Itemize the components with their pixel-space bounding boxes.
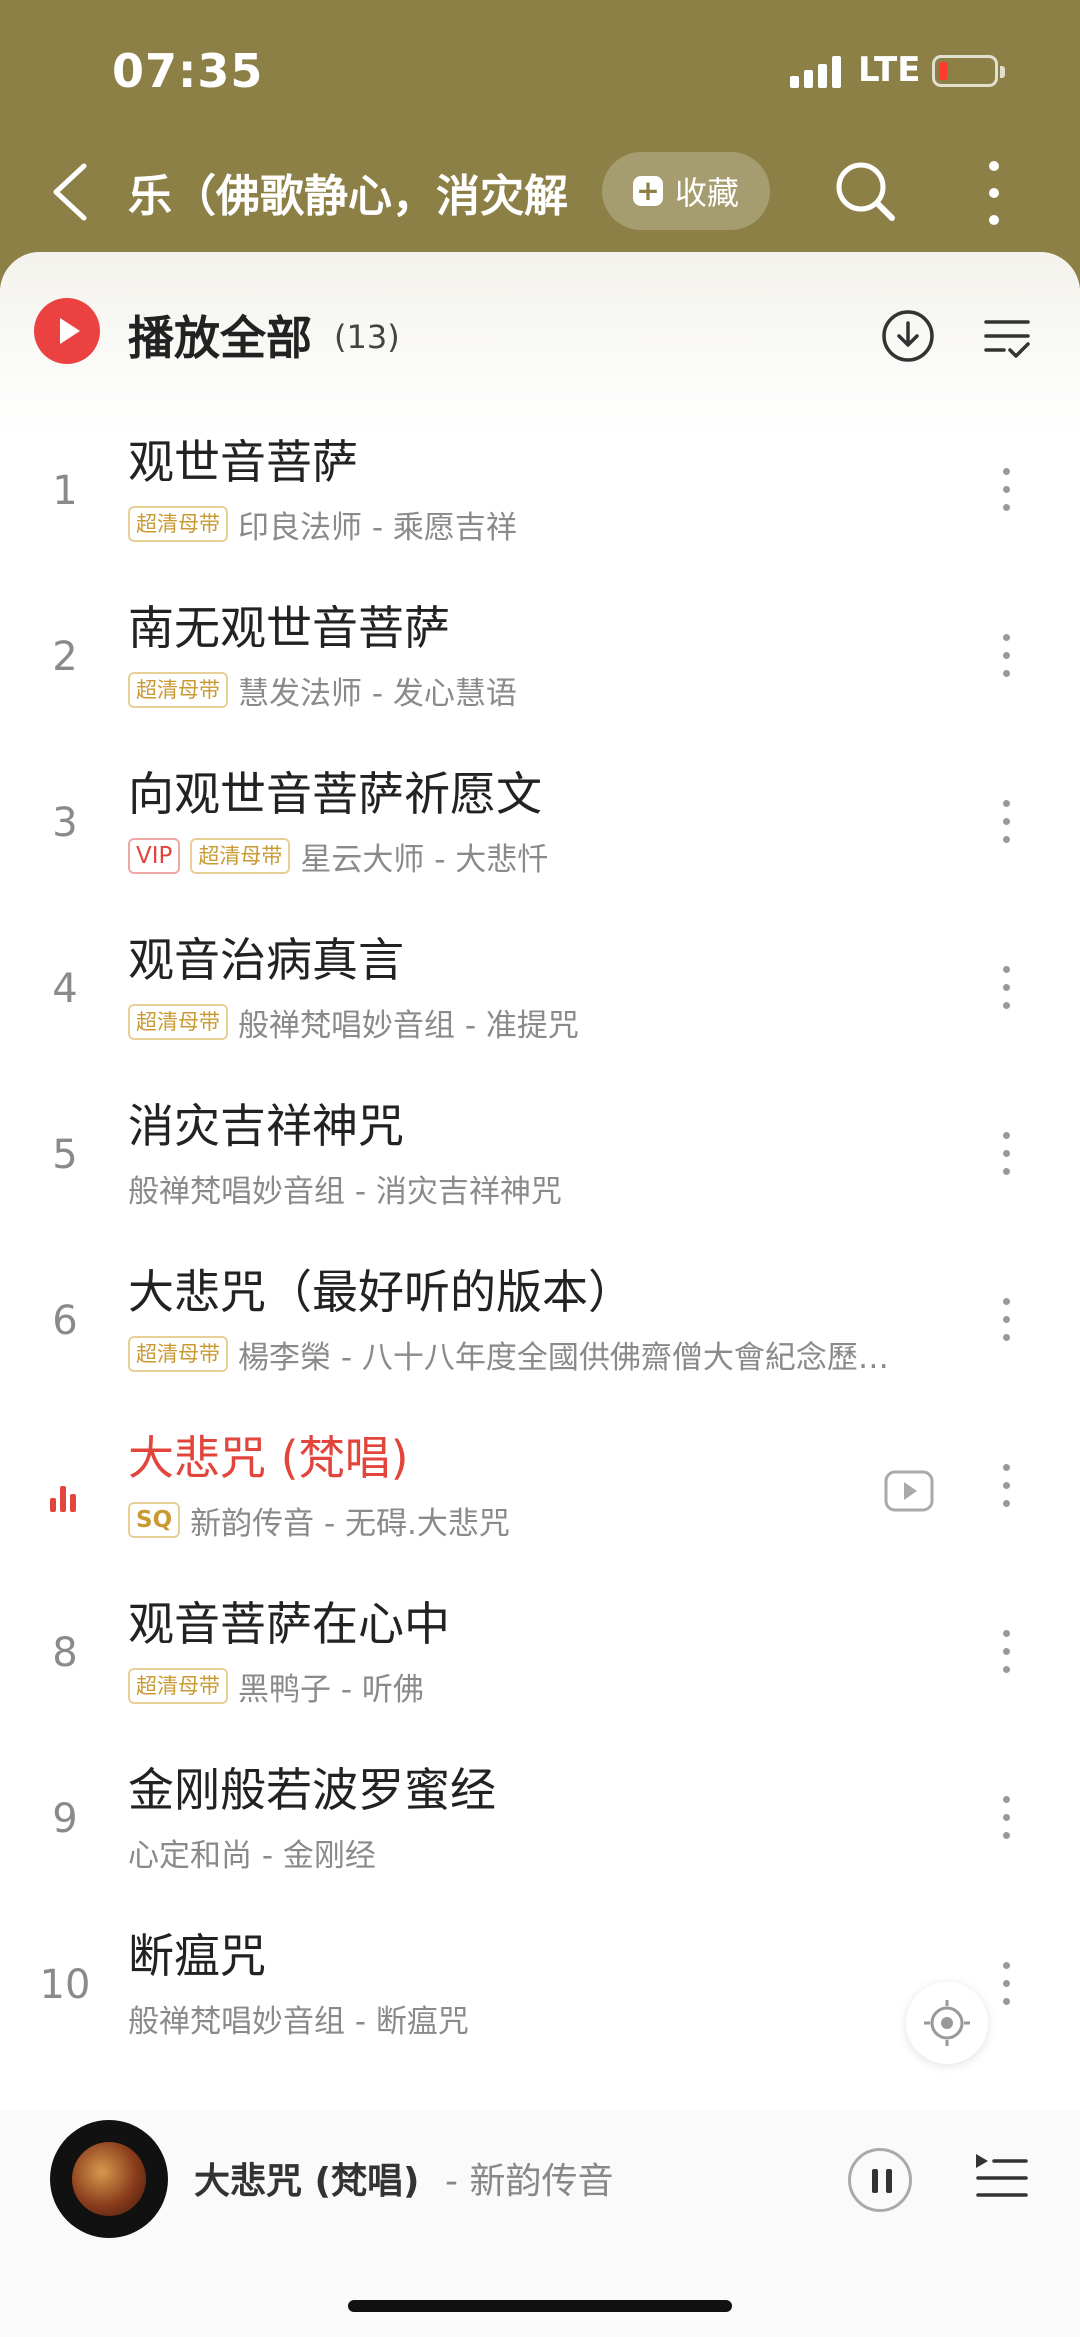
song-more-icon[interactable] [996,966,1016,1026]
song-index: 4 [52,966,78,1012]
battery-icon [932,55,998,87]
song-artist-album: 般禅梵唱妙音组 - 断瘟咒 [128,2003,469,2039]
song-index: 1 [52,468,78,514]
song-subtitle: SQ 新韵传音 - 无碍.大悲咒 [128,1500,958,1540]
song-title: 观世音菩萨 [128,435,358,489]
song-title: 大悲咒（最好听的版本） [128,1265,634,1319]
plus-icon: + [632,176,663,206]
song-subtitle: 般禅梵唱妙音组 - 断瘟咒 [128,1998,958,2039]
song-row[interactable]: 5 消灾吉祥神咒般禅梵唱妙音组 - 消灾吉祥神咒 [0,1082,1080,1248]
song-title: 观音治病真言 [128,933,404,987]
song-more-icon[interactable] [996,1464,1016,1524]
song-subtitle: 超清母带 黑鸭子 - 听佛 [128,1666,958,1706]
song-index: 8 [52,1630,78,1676]
download-icon[interactable] [880,308,936,364]
song-subtitle: 心定和尚 - 金刚经 [128,1832,958,1873]
song-artist-album: 新韵传音 - 无碍.大悲咒 [190,1505,510,1541]
song-artist-album: 星云大师 - 大悲忏 [300,841,549,877]
song-index: 2 [52,634,78,680]
quality-badge: 超清母带 [190,838,291,874]
status-time: 07:35 [112,44,264,98]
song-more-icon[interactable] [996,1298,1016,1358]
song-row[interactable]: 4 观音治病真言超清母带 般禅梵唱妙音组 - 准提咒 [0,916,1080,1082]
song-index: 9 [52,1796,78,1842]
song-more-icon[interactable] [996,634,1016,694]
play-all-bar[interactable]: 播放全部 (13) [0,252,1080,412]
sq-badge: SQ [128,1502,181,1538]
song-subtitle: 般禅梵唱妙音组 - 消灾吉祥神咒 [128,1168,958,1209]
play-all-label[interactable]: 播放全部 [128,302,312,368]
song-subtitle: 超清母带 般禅梵唱妙音组 - 准提咒 [128,1002,958,1042]
search-icon[interactable] [832,158,898,224]
song-more-icon[interactable] [996,1132,1016,1192]
song-index: 5 [52,1132,78,1178]
play-all-icon[interactable] [34,298,100,364]
song-row[interactable]: 6 大悲咒（最好听的版本） 超清母带 楊李榮 - 八十八年度全國供佛齋僧大會紀念歷… [0,1248,1080,1414]
song-artist-album: 般禅梵唱妙音组 - 消灾吉祥神咒 [128,1173,562,1209]
back-icon[interactable] [48,160,92,224]
song-title: 消灾吉祥神咒 [128,1099,404,1153]
song-list: 1 观世音菩萨 超清母带 印良法师 - 乘愿吉祥 2 南无观世音菩萨 超清母带 慧发法师 - … [0,418,1080,2078]
song-title: 南无观世音菩萨 [128,601,450,655]
song-index: 10 [39,1962,91,2008]
song-artist-album: 心定和尚 - 金刚经 [128,1837,376,1873]
video-icon[interactable] [884,1470,934,1512]
song-row[interactable]: 大悲咒 (梵唱) SQ 新韵传音 - 无碍.大悲咒 [0,1414,1080,1580]
more-menu-icon[interactable] [980,158,1008,228]
song-index: 6 [52,1298,78,1344]
song-row[interactable]: 3 向观世音菩萨祈愿文 VIP 超清母带 星云大师 - 大悲忏 [0,750,1080,916]
locate-current-button[interactable] [906,1982,988,2064]
song-artist-album: 慧发法师 - 发心慧语 [238,675,517,711]
collect-label: 收藏 [674,174,739,212]
network-label: LTE [858,50,921,90]
playlist-title: 乐（佛歌静心，消灾解 [128,171,568,220]
quality-badge: 超清母带 [128,1668,228,1704]
home-indicator [348,2300,732,2312]
song-subtitle: 超清母带 楊李榮 - 八十八年度全國供佛齋僧大會紀念歷… [128,1334,958,1374]
signal-icon [790,54,844,88]
song-title: 观音菩萨在心中 [128,1597,450,1651]
song-artist-album: 般禅梵唱妙音组 - 准提咒 [238,1007,579,1043]
quality-badge: 超清母带 [128,506,228,542]
song-artist-album: 楊李榮 - 八十八年度全國供佛齋僧大會紀念歷… [238,1339,889,1375]
song-count: (13) [334,318,400,356]
song-subtitle: 超清母带 印良法师 - 乘愿吉祥 [128,504,958,544]
pause-button[interactable] [848,2148,912,2212]
quality-badge: 超清母带 [128,1336,228,1372]
quality-badge: 超清母带 [128,672,228,708]
multi-select-icon[interactable] [982,312,1034,364]
song-more-icon[interactable] [996,800,1016,860]
song-subtitle: 超清母带 慧发法师 - 发心慧语 [128,670,958,710]
battery-tip [1000,66,1005,78]
song-title: 向观世音菩萨祈愿文 [128,767,542,821]
song-row[interactable]: 9 金刚般若波罗蜜经心定和尚 - 金刚经 [0,1746,1080,1912]
playlist-queue-icon[interactable] [974,2150,1030,2206]
album-cover[interactable] [50,2120,168,2238]
song-title: 大悲咒 (梵唱) [128,1431,409,1485]
now-playing-icon [50,1480,82,1512]
song-more-icon[interactable] [996,1796,1016,1856]
song-more-icon[interactable] [996,1630,1016,1690]
song-title: 金刚般若波罗蜜经 [128,1763,496,1817]
song-title: 断瘟咒 [128,1929,266,1983]
song-more-icon[interactable] [996,468,1016,528]
now-playing-artist: 新韵传音 [445,2152,613,2204]
song-index: 3 [52,800,78,846]
locate-icon [924,2000,970,2046]
song-row[interactable]: 2 南无观世音菩萨超清母带 慧发法师 - 发心慧语 [0,584,1080,750]
song-more-icon[interactable] [996,1962,1016,2022]
song-subtitle: VIP 超清母带 星云大师 - 大悲忏 [128,836,958,876]
song-artist-album: 印良法师 - 乘愿吉祥 [238,509,517,545]
song-artist-album: 黑鸭子 - 听佛 [238,1671,424,1707]
song-row[interactable]: 1 观世音菩萨超清母带 印良法师 - 乘愿吉祥 [0,418,1080,584]
quality-badge: 超清母带 [128,1004,228,1040]
song-row[interactable]: 8 观音菩萨在心中超清母带 黑鸭子 - 听佛 [0,1580,1080,1746]
now-playing-title: 大悲咒 (梵唱) [194,2161,420,2202]
vip-badge: VIP [128,838,181,874]
collect-button[interactable]: + 收藏 [602,152,770,230]
